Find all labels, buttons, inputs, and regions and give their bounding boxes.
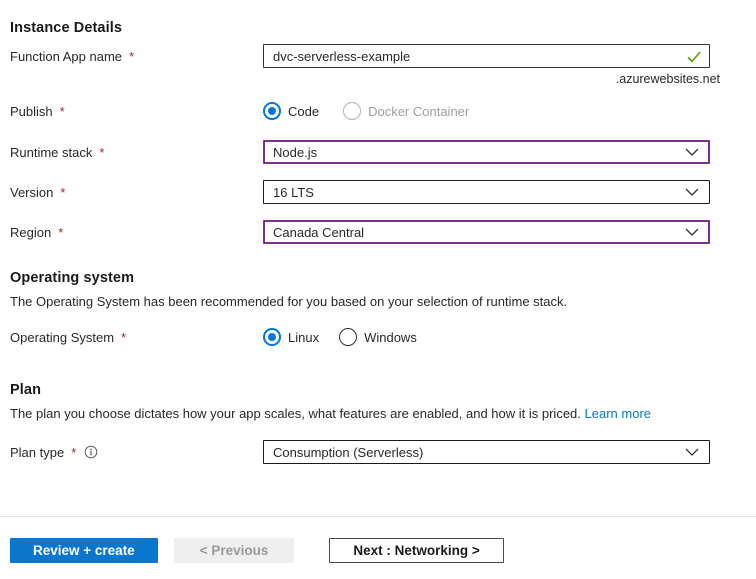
required-asterisk: * xyxy=(60,184,66,200)
plan-type-dropdown[interactable]: Consumption (Serverless) xyxy=(263,440,710,464)
function-app-name-row: Function App name * dvc-serverless-exampl… xyxy=(10,44,756,68)
version-row: Version * 16 LTS xyxy=(10,180,756,204)
footer-divider xyxy=(0,516,756,517)
required-asterisk: * xyxy=(71,444,77,460)
chevron-down-icon xyxy=(685,448,699,456)
version-value: 16 LTS xyxy=(273,184,314,200)
operating-system-description: The Operating System has been recommende… xyxy=(10,294,568,309)
radio-selected-icon[interactable] xyxy=(263,328,281,346)
os-windows-label: Windows xyxy=(364,329,417,345)
publish-code-label: Code xyxy=(288,103,320,119)
required-asterisk: * xyxy=(129,48,135,64)
runtime-stack-dropdown[interactable]: Node.js xyxy=(263,140,710,164)
domain-suffix: .azurewebsites.net xyxy=(615,72,720,86)
required-asterisk: * xyxy=(59,103,65,119)
function-app-name-label: Function App name * xyxy=(10,48,135,64)
publish-docker-label: Docker Container xyxy=(368,103,470,119)
publish-code-radio[interactable]: Code xyxy=(263,102,319,120)
chevron-down-icon xyxy=(685,148,699,156)
function-app-name-input[interactable]: dvc-serverless-example xyxy=(263,44,710,68)
os-linux-label: Linux xyxy=(288,329,320,345)
runtime-stack-row: Runtime stack * Node.js xyxy=(10,140,756,164)
valid-check-icon xyxy=(687,51,701,66)
region-row: Region * Canada Central xyxy=(10,220,756,244)
version-label: Version * xyxy=(10,184,66,200)
learn-more-link[interactable]: Learn more xyxy=(585,406,651,421)
instance-details-heading: Instance Details xyxy=(10,20,123,36)
next-networking-button[interactable]: Next : Networking > xyxy=(329,538,504,563)
radio-disabled-icon xyxy=(343,102,362,120)
publish-row: Publish * Code Docker Container xyxy=(10,102,756,120)
chevron-down-icon xyxy=(685,228,699,236)
os-linux-radio[interactable]: Linux xyxy=(263,328,319,346)
publish-docker-radio: Docker Container xyxy=(343,102,469,120)
operating-system-label: Operating System * xyxy=(10,329,127,345)
info-icon[interactable] xyxy=(84,445,98,459)
runtime-stack-value: Node.js xyxy=(273,144,318,160)
plan-type-value: Consumption (Serverless) xyxy=(273,444,424,460)
function-app-name-value: dvc-serverless-example xyxy=(273,48,411,64)
plan-description: The plan you choose dictates how your ap… xyxy=(10,406,756,422)
operating-system-heading: Operating system xyxy=(10,270,135,286)
region-label: Region * xyxy=(10,224,64,240)
chevron-down-icon xyxy=(685,188,699,196)
runtime-stack-label: Runtime stack * xyxy=(10,144,105,160)
plan-type-label: Plan type * xyxy=(10,445,263,460)
previous-button[interactable]: < Previous xyxy=(173,538,295,563)
radio-unselected-icon[interactable] xyxy=(339,328,358,346)
publish-label: Publish * xyxy=(10,103,65,119)
required-asterisk: * xyxy=(99,144,105,160)
create-function-app-form: Instance Details Function App name * dvc-… xyxy=(0,0,756,563)
operating-system-row: Operating System * Linux Windows xyxy=(10,328,756,346)
plan-heading: Plan xyxy=(10,382,42,398)
footer-actions: Review + create < Previous Next : Networ… xyxy=(0,538,756,563)
review-create-button[interactable]: Review + create xyxy=(10,538,158,563)
required-asterisk: * xyxy=(58,224,64,240)
radio-selected-icon[interactable] xyxy=(263,102,281,120)
region-value: Canada Central xyxy=(273,224,365,240)
plan-description-text: The plan you choose dictates how your ap… xyxy=(10,406,581,421)
required-asterisk: * xyxy=(121,329,127,345)
version-dropdown[interactable]: 16 LTS xyxy=(263,180,710,204)
plan-type-row: Plan type * Consumption (Serverless) xyxy=(10,440,756,464)
os-windows-radio[interactable]: Windows xyxy=(339,328,417,346)
region-dropdown[interactable]: Canada Central xyxy=(263,220,710,244)
